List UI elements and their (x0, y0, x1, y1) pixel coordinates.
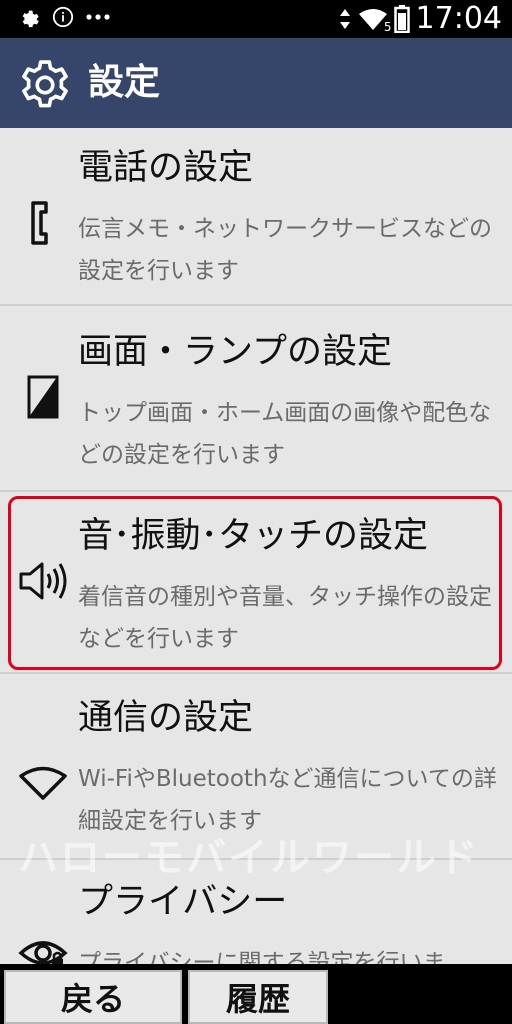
wifi-icon (16, 756, 70, 810)
wifi-icon: 5 (358, 7, 392, 33)
watermark: ハローモバイルワールド (18, 835, 480, 881)
bottom-nav: 戻る 履歴 (0, 964, 512, 1024)
screen-icon (16, 370, 70, 424)
vibrate-icon (338, 8, 352, 30)
settings-item-title: 電話の設定 (78, 148, 254, 188)
info-icon (52, 6, 74, 28)
settings-item-desc: 伝言メモ・ネットワークサービスなどの設定を行います (78, 216, 492, 284)
settings-gear-icon (16, 56, 74, 114)
settings-list: 電話の設定 伝言メモ・ネットワークサービスなどの設定を行います 画面・ランプの設… (0, 128, 512, 964)
more-icon (86, 13, 110, 21)
battery-icon (393, 5, 410, 33)
settings-item-title: プライバシー (78, 882, 288, 922)
settings-item-sound[interactable]: 音･振動･タッチの設定 着信音の種別や音量、タッチ操作の設定などを行います (0, 492, 512, 674)
settings-item-desc: トップ画面・ホーム画面の画像や配色などの設定を行います (78, 400, 492, 468)
gear-icon (18, 6, 40, 28)
settings-item-desc: プライバシーに関する設定を行いま (78, 950, 446, 964)
page-title: 設定 (88, 62, 161, 103)
privacy-eye-icon (16, 926, 70, 964)
settings-item-desc: 着信音の種別や音量、タッチ操作の設定などを行います (78, 584, 492, 652)
speaker-icon (16, 554, 70, 608)
history-button[interactable]: 履歴 (188, 970, 328, 1024)
settings-item-title: 音･振動･タッチの設定 (78, 516, 429, 556)
wifi-badge: 5 (383, 20, 392, 34)
phone-icon (16, 196, 70, 250)
settings-item-title: 画面・ランプの設定 (78, 332, 392, 372)
settings-item-phone[interactable]: 電話の設定 伝言メモ・ネットワークサービスなどの設定を行います (0, 128, 512, 306)
clock: 17:04 (415, 1, 502, 36)
back-button[interactable]: 戻る (4, 970, 182, 1024)
settings-item-title: 通信の設定 (78, 698, 254, 738)
status-bar: 5 17:04 (0, 0, 512, 38)
app-header: 設定 (0, 38, 512, 128)
settings-item-screen[interactable]: 画面・ランプの設定 トップ画面・ホーム画面の画像や配色などの設定を行います (0, 306, 512, 492)
